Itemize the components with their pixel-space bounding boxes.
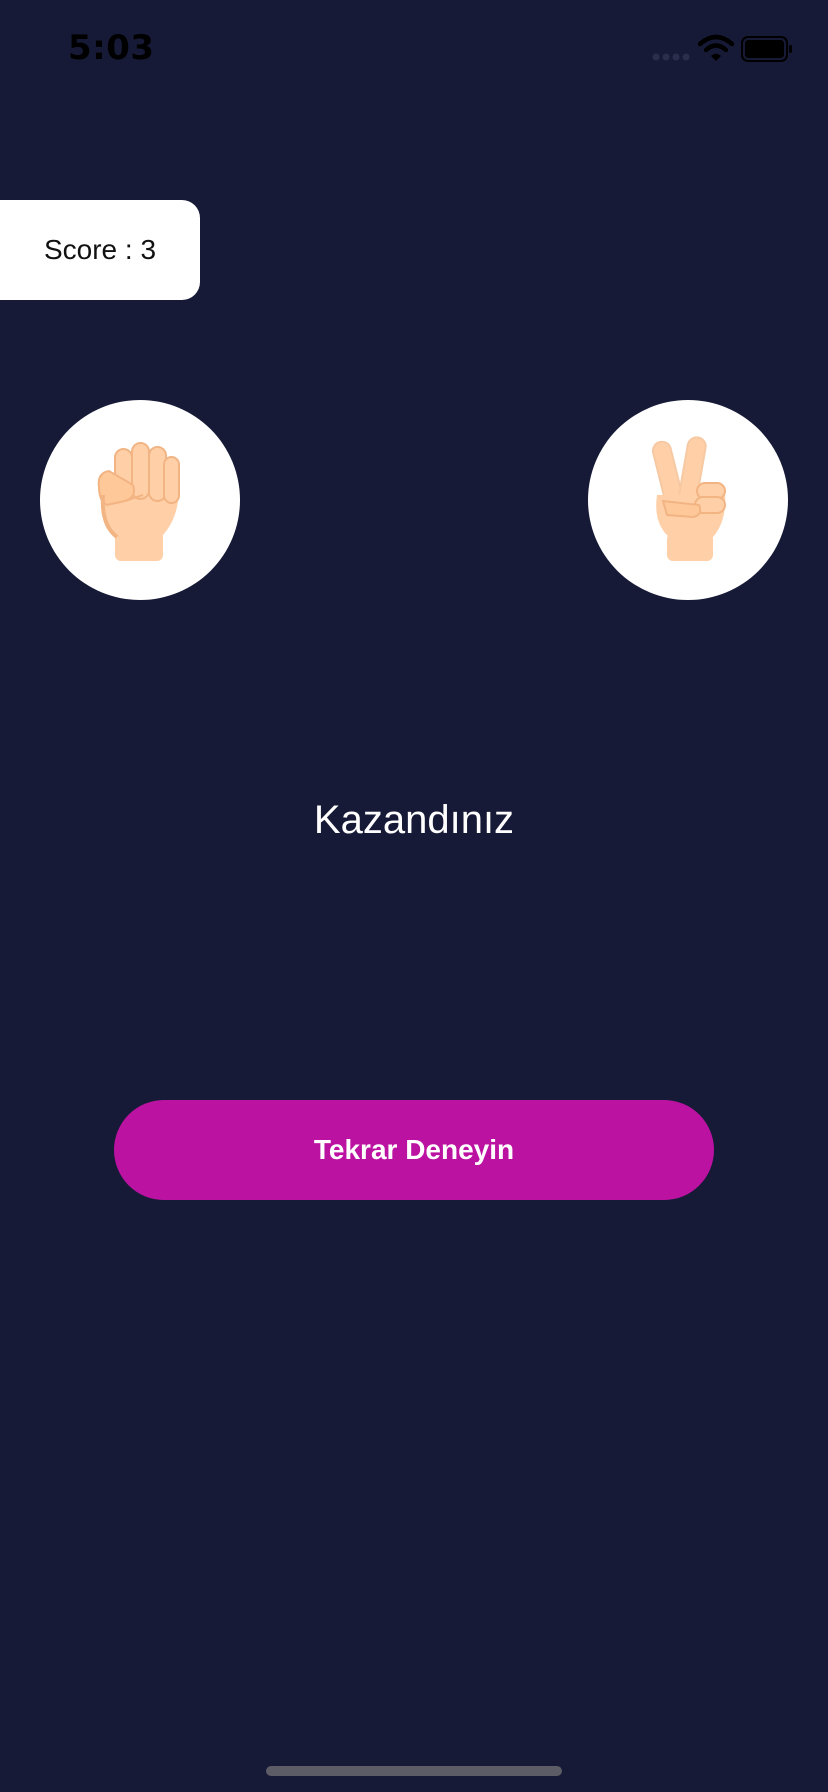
fist-rock-icon bbox=[97, 442, 180, 561]
status-bar: 5:03 bbox=[0, 0, 828, 100]
victory-scissors-icon bbox=[651, 436, 726, 561]
result-text: Kazandınız bbox=[313, 798, 515, 842]
player-choice bbox=[40, 400, 240, 600]
home-indicator[interactable] bbox=[266, 1766, 562, 1776]
status-time: 5:03 bbox=[68, 28, 155, 68]
score-label: Score : 3 bbox=[43, 234, 157, 265]
retry-button[interactable]: Tekrar Deneyin bbox=[114, 1100, 714, 1200]
signal-icon bbox=[652, 53, 690, 61]
score-card: Score : 3 bbox=[0, 200, 200, 300]
wifi-icon bbox=[698, 34, 734, 61]
opponent-choice bbox=[588, 400, 788, 600]
battery-icon bbox=[741, 36, 792, 62]
